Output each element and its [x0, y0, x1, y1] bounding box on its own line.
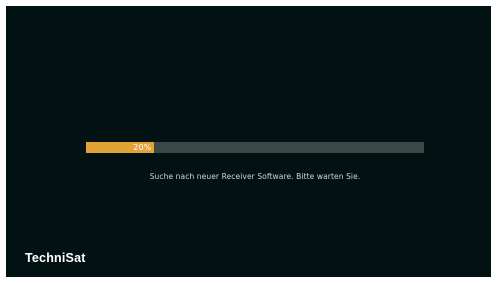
tv-screen: 20% Suche nach neuer Receiver Software. …	[6, 6, 491, 277]
progress-bar: 20%	[86, 142, 424, 153]
technisat-logo: TechniSat	[25, 251, 86, 265]
progress-percent-label: 20%	[133, 143, 152, 152]
status-message: Suche nach neuer Receiver Software. Bitt…	[149, 172, 361, 181]
